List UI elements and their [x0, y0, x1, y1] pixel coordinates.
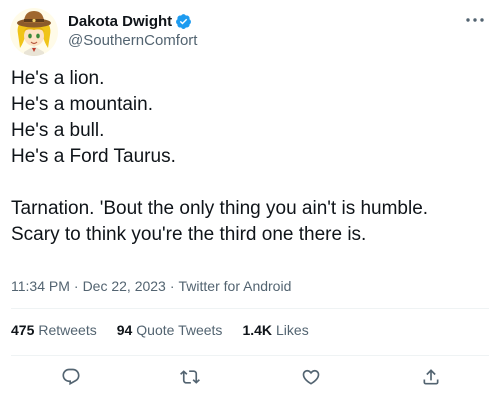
meta-separator: ·: [73, 278, 79, 294]
quote-tweets-label: Quote Tweets: [136, 322, 223, 338]
meta-separator: ·: [169, 278, 175, 294]
user-name-row[interactable]: Dakota Dwight: [68, 11, 192, 31]
verified-badge-icon: [175, 13, 192, 30]
reply-icon: [62, 368, 80, 386]
tweet-line: He's a Ford Taurus.: [11, 146, 176, 167]
retweets-count: 475: [11, 322, 35, 338]
share-button[interactable]: [416, 362, 446, 392]
likes-stat[interactable]: 1.4K Likes: [242, 322, 308, 338]
tweet-line: Tarnation. 'Bout the only thing you ain'…: [11, 198, 429, 219]
quote-tweets-stat[interactable]: 94 Quote Tweets: [117, 322, 223, 338]
tweet-text: He's a lion. He's a mountain. He's a bul…: [11, 66, 491, 248]
more-options-ellipsis-icon[interactable]: [464, 11, 486, 29]
tweet-time[interactable]: 11:34 PM: [11, 278, 70, 294]
retweets-label: Retweets: [38, 322, 97, 338]
user-handle[interactable]: @SouthernComfort: [68, 32, 197, 49]
tweet-meta: 11:34 PM · Dec 22, 2023 · Twitter for An…: [11, 278, 291, 294]
tweet-line: Scary to think you're the third one ther…: [11, 224, 367, 245]
tweet-stats: 475 Retweets 94 Quote Tweets 1.4K Likes: [11, 322, 329, 338]
retweet-button[interactable]: [175, 362, 205, 392]
avatar-icon: [10, 8, 58, 56]
likes-count: 1.4K: [242, 322, 273, 338]
share-icon: [423, 369, 439, 385]
tweet-date[interactable]: Dec 22, 2023: [83, 278, 166, 294]
tweet-line: He's a lion.: [11, 68, 105, 89]
tweet-source[interactable]: Twitter for Android: [179, 278, 292, 294]
tweet-card: Dakota Dwight @SouthernComfort He's a li…: [0, 0, 500, 405]
tweet-line: He's a bull.: [11, 120, 105, 141]
retweet-icon: [180, 370, 200, 384]
avatar[interactable]: [10, 8, 58, 56]
divider: [11, 308, 489, 309]
divider: [11, 355, 489, 356]
likes-label: Likes: [276, 322, 309, 338]
reply-button[interactable]: [56, 362, 86, 392]
quote-tweets-count: 94: [116, 322, 133, 338]
retweets-stat[interactable]: 475 Retweets: [11, 322, 97, 338]
tweet-line: He's a mountain.: [11, 94, 153, 115]
tweet-actions: [0, 362, 500, 392]
like-icon: [302, 369, 320, 385]
display-name[interactable]: Dakota Dwight: [68, 13, 172, 30]
like-button[interactable]: [296, 362, 326, 392]
